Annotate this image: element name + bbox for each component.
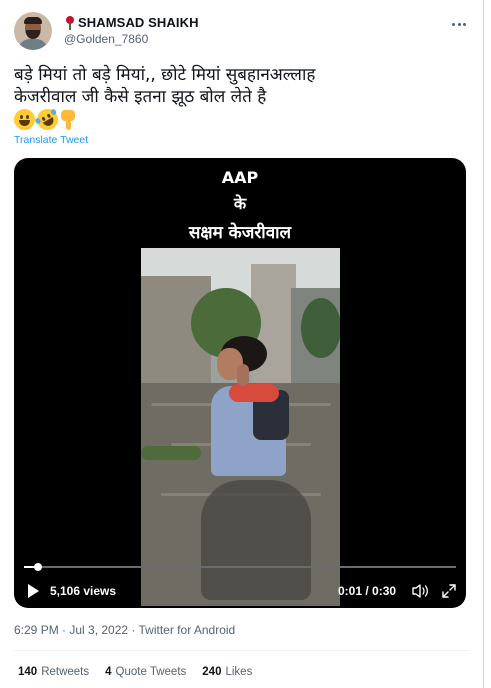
video-progress-handle[interactable] (34, 563, 43, 571)
likes-stat[interactable]: 240 Likes (202, 666, 252, 678)
likes-count: 240 (202, 666, 222, 678)
divider (14, 650, 470, 651)
quote-tweets-stat[interactable]: 4 Quote Tweets (105, 666, 186, 678)
author-handle[interactable]: @Golden_7860 (64, 32, 148, 46)
author-display-name[interactable]: SHAMSAD SHAIKH (78, 15, 199, 30)
rofl-face-icon (33, 104, 62, 134)
video-views: 5,106 views (50, 584, 117, 598)
tweet-text: बड़े मियां तो बड़े मियां,, छोटे मियां सु… (14, 64, 474, 108)
play-icon[interactable] (28, 584, 39, 598)
more-options-icon[interactable] (451, 16, 467, 32)
likes-label: Likes (225, 666, 253, 678)
video-time: 0:01 / 0:30 (338, 584, 397, 598)
video-overlay-line-2: के (233, 194, 247, 213)
tweet-timestamp[interactable]: 6:29 PM · Jul 3, 2022 · Twitter for Andr… (14, 623, 235, 637)
avatar[interactable] (14, 12, 52, 50)
video-progress-bar[interactable] (24, 563, 456, 571)
video-overlay-line-3: सक्षम केजरीवाल (188, 223, 292, 243)
pointing-down-icon (60, 109, 76, 130)
video-player[interactable]: AAP के सक्षम केजरीवाल 5,106 views 0:01 /… (14, 158, 466, 608)
rose-icon (64, 15, 76, 30)
author-name-row[interactable]: SHAMSAD SHAIKH (64, 15, 199, 30)
tweet-emojis (14, 104, 76, 134)
tweet-text-line-1: बड़े मियां तो बड़े मियां,, छोटे मियां सु… (14, 65, 316, 85)
retweets-label: Retweets (41, 666, 90, 678)
translate-tweet-link[interactable]: Translate Tweet (14, 134, 88, 146)
grinning-face-icon (14, 108, 35, 130)
quotes-count: 4 (105, 666, 112, 678)
tweet-card: SHAMSAD SHAIKH @Golden_7860 बड़े मियां त… (0, 0, 484, 688)
video-overlay-line-1: AAP (221, 168, 259, 187)
tweet-stats: 140 Retweets 4 Quote Tweets 240 Likes (18, 666, 252, 678)
volume-icon[interactable] (411, 583, 429, 599)
tweet-text-line-2: केजरीवाल जी कैसे इतना झूठ बोल लेते है (14, 87, 267, 107)
quotes-label: Quote Tweets (115, 666, 187, 678)
fullscreen-icon[interactable] (440, 582, 458, 600)
retweets-stat[interactable]: 140 Retweets (18, 666, 89, 678)
retweets-count: 140 (18, 666, 38, 678)
video-frame (141, 248, 340, 606)
